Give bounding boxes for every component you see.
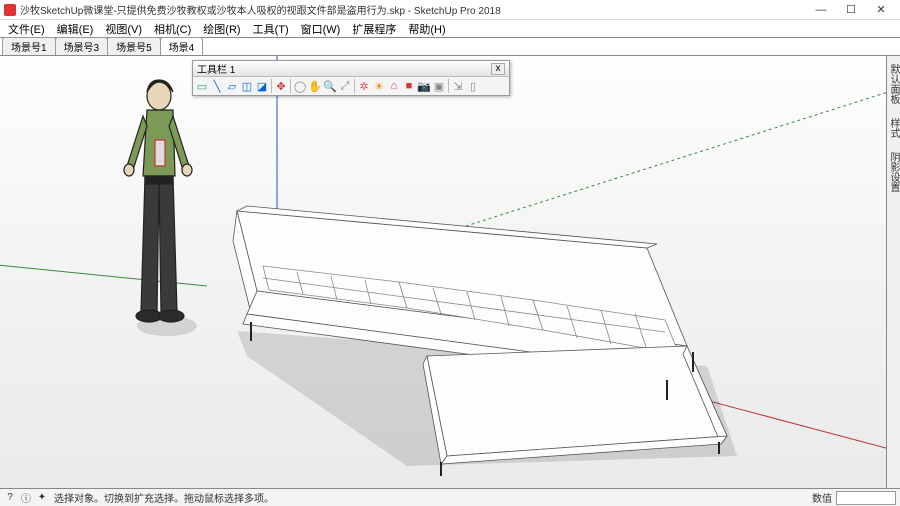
scene-tab-3[interactable]: 场景号3 <box>55 37 109 55</box>
menu-extensions[interactable]: 扩展程序 <box>346 21 402 37</box>
zoomext-icon[interactable]: ⤢ <box>338 79 352 93</box>
doc-icon[interactable]: ▯ <box>466 79 480 93</box>
menu-bar: 文件(E) 编辑(E) 视图(V) 相机(C) 绘图(R) 工具(T) 窗口(W… <box>0 20 900 38</box>
rect-icon[interactable]: ▱ <box>225 79 239 93</box>
gear-icon[interactable]: ✲ <box>357 79 371 93</box>
measurement-input[interactable] <box>836 491 896 505</box>
info-icon[interactable]: ⓘ <box>20 492 32 504</box>
pin-icon[interactable]: ✦ <box>36 492 48 504</box>
close-button[interactable]: ✕ <box>866 1 896 19</box>
menu-tools[interactable]: 工具(T) <box>247 21 295 37</box>
floating-toolbar[interactable]: 工具栏 1 x ▭╲▱◫◪ ✥ ◯✋🔍⤢ ✲☀⌂■📷▣ ⇲▯ <box>192 60 510 96</box>
window-title: 沙牧SketchUp微课堂-只提供免费沙牧教权或沙牧本人吸权的视跟文件部是盗用行… <box>20 2 806 17</box>
tray-label-shadow[interactable]: 阴影设置 <box>886 148 900 196</box>
zoom-icon[interactable]: 🔍 <box>323 79 337 93</box>
orbit-icon[interactable]: ◯ <box>293 79 307 93</box>
pan-icon[interactable]: ✋ <box>308 79 322 93</box>
export-icon[interactable]: ⇲ <box>451 79 465 93</box>
scene-tab-4[interactable]: 场景4 <box>160 37 204 55</box>
camera-icon[interactable]: ⌂ <box>387 79 401 93</box>
measurement-label: 数值 <box>812 490 832 505</box>
scene-tab-1[interactable]: 场景号1 <box>2 37 56 55</box>
scene-tabs: 场景号1 场景号3 场景号5 场景4 <box>0 38 900 56</box>
menu-file[interactable]: 文件(E) <box>2 21 51 37</box>
move-icon[interactable]: ✥ <box>274 79 288 93</box>
window-controls: — ☐ ✕ <box>806 1 896 19</box>
menu-camera[interactable]: 相机(C) <box>148 21 197 37</box>
maximize-button[interactable]: ☐ <box>836 1 866 19</box>
menu-view[interactable]: 视图(V) <box>99 21 148 37</box>
snapshot-icon[interactable]: 📷 <box>417 79 431 93</box>
status-bar: ? ⓘ ✦ 选择对象。切换到扩充选择。拖动鼠标选择多项。 数值 <box>0 488 900 506</box>
line-icon[interactable]: ╲ <box>210 79 224 93</box>
record-icon[interactable]: ■ <box>402 79 416 93</box>
scale-figure <box>124 80 192 322</box>
title-bar: 沙牧SketchUp微课堂-只提供免费沙牧教权或沙牧本人吸权的视跟文件部是盗用行… <box>0 0 900 20</box>
scene-tab-5[interactable]: 场景号5 <box>107 37 161 55</box>
toolbar-close-button[interactable]: x <box>491 63 505 75</box>
toolbar-separator <box>271 79 272 93</box>
menu-edit[interactable]: 编辑(E) <box>51 21 100 37</box>
toolbar-body: ▭╲▱◫◪ ✥ ◯✋🔍⤢ ✲☀⌂■📷▣ ⇲▯ <box>193 77 509 95</box>
status-text: 选择对象。切换到扩充选择。拖动鼠标选择多项。 <box>54 490 812 505</box>
toolbar-separator <box>290 79 291 93</box>
shape-icon[interactable]: ◫ <box>240 79 254 93</box>
app-icon <box>4 4 16 16</box>
help-icon[interactable]: ? <box>4 492 16 504</box>
menu-window[interactable]: 窗口(W) <box>295 21 347 37</box>
tray-label-default[interactable]: 默认面板 <box>886 60 900 108</box>
minimize-button[interactable]: — <box>806 1 836 19</box>
toolbar-separator <box>448 79 449 93</box>
right-tray[interactable]: 默认面板 样式 阴影设置 <box>886 56 900 488</box>
toolbar-title: 工具栏 1 <box>197 61 491 76</box>
tray-label-styles[interactable]: 样式 <box>886 114 900 142</box>
menu-help[interactable]: 帮助(H) <box>402 21 451 37</box>
toolbar-separator <box>354 79 355 93</box>
folder-icon[interactable]: ▣ <box>432 79 446 93</box>
sun-icon[interactable]: ☀ <box>372 79 386 93</box>
menu-draw[interactable]: 绘图(R) <box>197 21 246 37</box>
viewport[interactable]: 工具栏 1 x ▭╲▱◫◪ ✥ ◯✋🔍⤢ ✲☀⌂■📷▣ ⇲▯ <box>0 56 900 488</box>
select-icon[interactable]: ▭ <box>195 79 209 93</box>
toolbar-titlebar[interactable]: 工具栏 1 x <box>193 61 509 77</box>
model-canvas[interactable] <box>0 56 900 488</box>
pushpull-icon[interactable]: ◪ <box>255 79 269 93</box>
